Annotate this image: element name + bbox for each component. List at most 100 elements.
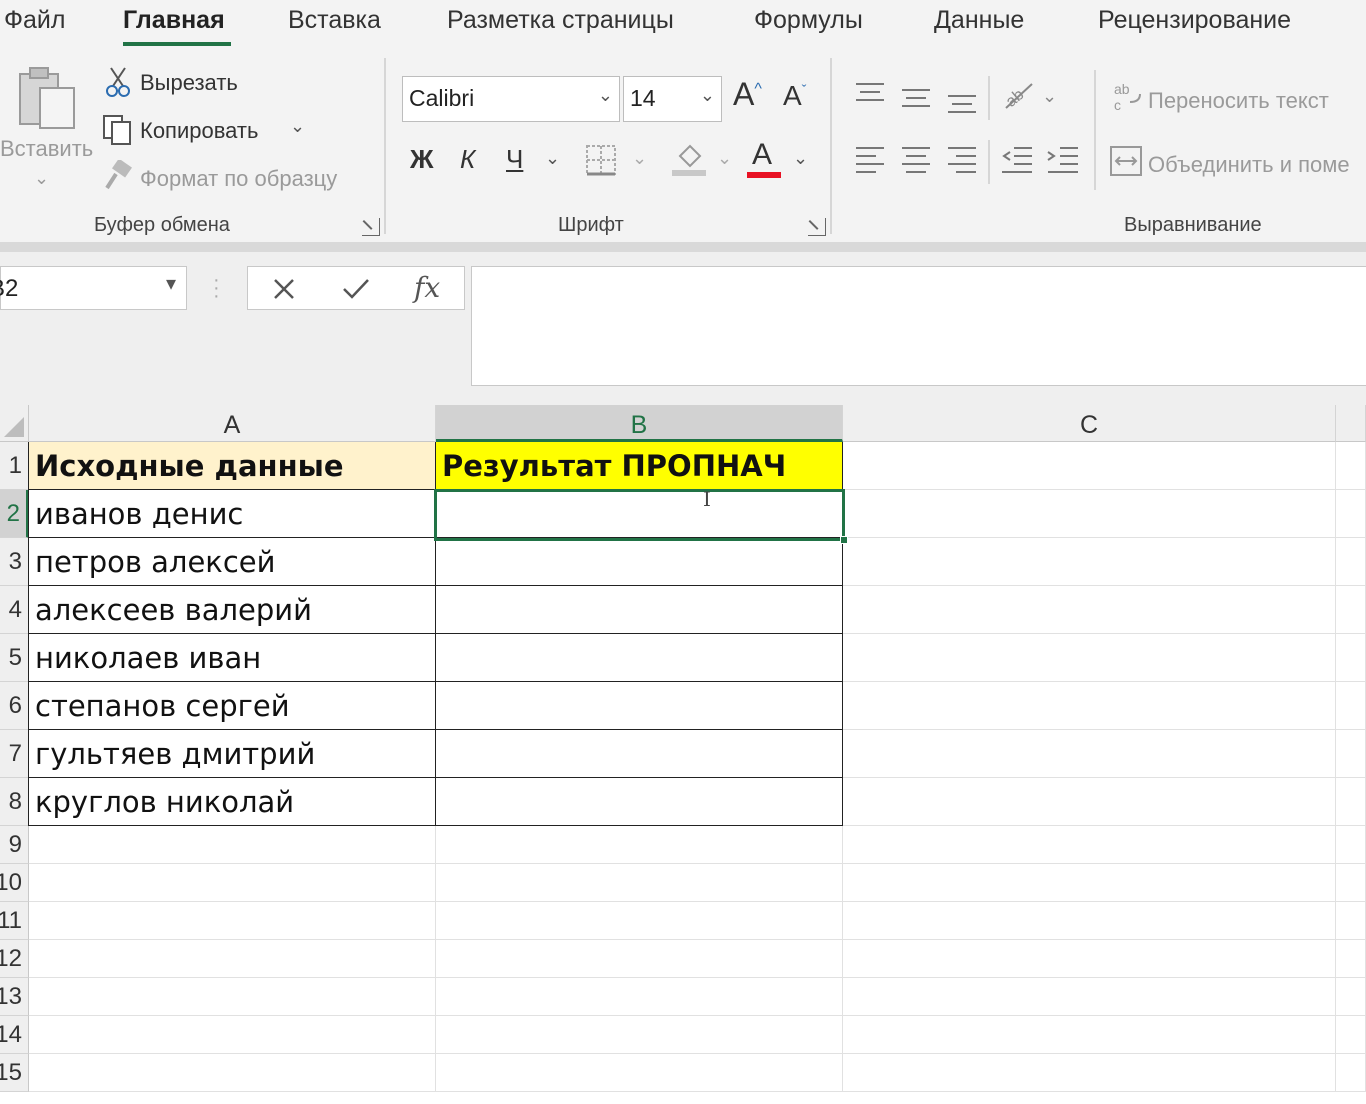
cell-c15[interactable] [843,1054,1336,1092]
cell-b8[interactable] [436,778,843,826]
cell-a8[interactable]: круглов николай [29,778,436,826]
tab-review[interactable]: Рецензирование [1098,6,1291,35]
row-header-9[interactable]: 9 [0,826,29,864]
cell-d7[interactable] [1336,730,1366,778]
cell-c12[interactable] [843,940,1336,978]
tab-page-layout[interactable]: Разметка страницы [447,6,674,35]
cell-a2[interactable]: иванов денис [29,490,436,538]
font-name-combo[interactable]: Calibri ⌄ [402,76,620,122]
font-color-button[interactable]: A [752,138,772,172]
cell-b9[interactable] [436,826,843,864]
cell-a3[interactable]: петров алексей [29,538,436,586]
insert-function-button[interactable]: fx [414,271,440,304]
cell-a5[interactable]: николаев иван [29,634,436,682]
cell-a11[interactable] [29,902,436,940]
row-header-8[interactable]: 8 [0,778,29,826]
cell-b1[interactable]: Результат ПРОПНАЧ [436,442,843,490]
row-header-11[interactable]: 11 [0,902,29,940]
tab-data[interactable]: Данные [934,6,1024,35]
borders-dropdown-icon[interactable]: ⌄ [632,148,647,169]
bold-button[interactable]: Ж [410,144,434,175]
underline-button[interactable]: Ч [506,144,523,175]
tab-file[interactable]: Файл [4,6,65,35]
cell-a10[interactable] [29,864,436,902]
row-header-10[interactable]: 10 [0,864,29,902]
font-color-dropdown-icon[interactable]: ⌄ [793,148,808,169]
cell-a9[interactable] [29,826,436,864]
cell-d5[interactable] [1336,634,1366,682]
font-launcher-icon[interactable] [808,218,826,236]
shrink-font-button[interactable]: Aˇ [783,80,806,112]
cut-button[interactable]: Вырезать [140,70,238,96]
cell-b15[interactable] [436,1054,843,1092]
row-header-3[interactable]: 3 [0,538,29,586]
cell-d13[interactable] [1336,978,1366,1016]
cell-c11[interactable] [843,902,1336,940]
drag-handle-icon[interactable]: · · · [213,270,220,306]
row-header-1[interactable]: 1 [0,442,29,490]
borders-icon[interactable] [585,144,617,176]
cell-a7[interactable]: гультяев дмитрий [29,730,436,778]
row-header-6[interactable]: 6 [0,682,29,730]
column-header-b[interactable]: B [436,405,843,442]
grow-font-button[interactable]: A^ [733,76,762,113]
cell-d9[interactable] [1336,826,1366,864]
cell-d2[interactable] [1336,490,1366,538]
cell-d1[interactable] [1336,442,1366,490]
cell-b14[interactable] [436,1016,843,1054]
row-header-5[interactable]: 5 [0,634,29,682]
cell-d8[interactable] [1336,778,1366,826]
formula-input[interactable] [471,266,1366,386]
cell-c1[interactable] [843,442,1336,490]
cell-b12[interactable] [436,940,843,978]
cell-b11[interactable] [436,902,843,940]
cell-d15[interactable] [1336,1054,1366,1092]
underline-dropdown-icon[interactable]: ⌄ [545,148,560,169]
wrap-text-button[interactable]: Переносить текст [1148,88,1329,114]
row-header-7[interactable]: 7 [0,730,29,778]
copy-button[interactable]: Копировать [140,118,258,144]
copy-dropdown-icon[interactable]: ⌄ [290,116,305,137]
cell-d4[interactable] [1336,586,1366,634]
cell-d6[interactable] [1336,682,1366,730]
cell-c4[interactable] [843,586,1336,634]
row-header-12[interactable]: 12 [0,940,29,978]
tab-home[interactable]: Главная [123,6,225,35]
cell-c7[interactable] [843,730,1336,778]
cell-a14[interactable] [29,1016,436,1054]
cell-d3[interactable] [1336,538,1366,586]
cell-c10[interactable] [843,864,1336,902]
row-header-2[interactable]: 2 [0,490,29,538]
cell-d11[interactable] [1336,902,1366,940]
cell-b10[interactable] [436,864,843,902]
cell-a13[interactable] [29,978,436,1016]
cell-b6[interactable] [436,682,843,730]
font-size-combo[interactable]: 14 ⌄ [623,76,722,122]
row-header-13[interactable]: 13 [0,978,29,1016]
tab-formulas[interactable]: Формулы [754,6,863,35]
cell-c8[interactable] [843,778,1336,826]
column-header-d[interactable] [1336,405,1366,442]
tab-insert[interactable]: Вставка [288,6,381,35]
cell-b3[interactable] [436,538,843,586]
cell-c2[interactable] [843,490,1336,538]
select-all-corner[interactable] [0,405,29,442]
cell-a6[interactable]: степанов сергей [29,682,436,730]
cell-c14[interactable] [843,1016,1336,1054]
fill-color-icon[interactable] [672,142,706,176]
cell-a15[interactable] [29,1054,436,1092]
cell-b7[interactable] [436,730,843,778]
column-header-c[interactable]: C [843,405,1336,442]
cell-a4[interactable]: алексеев валерий [29,586,436,634]
cell-a12[interactable] [29,940,436,978]
cell-b4[interactable] [436,586,843,634]
row-header-15[interactable]: 15 [0,1054,29,1092]
cell-c5[interactable] [843,634,1336,682]
cell-a1[interactable]: Исходные данные [29,442,436,490]
column-header-a[interactable]: A [29,405,436,442]
cell-d12[interactable] [1336,940,1366,978]
cell-c3[interactable] [843,538,1336,586]
row-header-4[interactable]: 4 [0,586,29,634]
enter-check-icon[interactable] [342,277,370,301]
paste-dropdown-icon[interactable]: ⌄ [34,168,49,189]
